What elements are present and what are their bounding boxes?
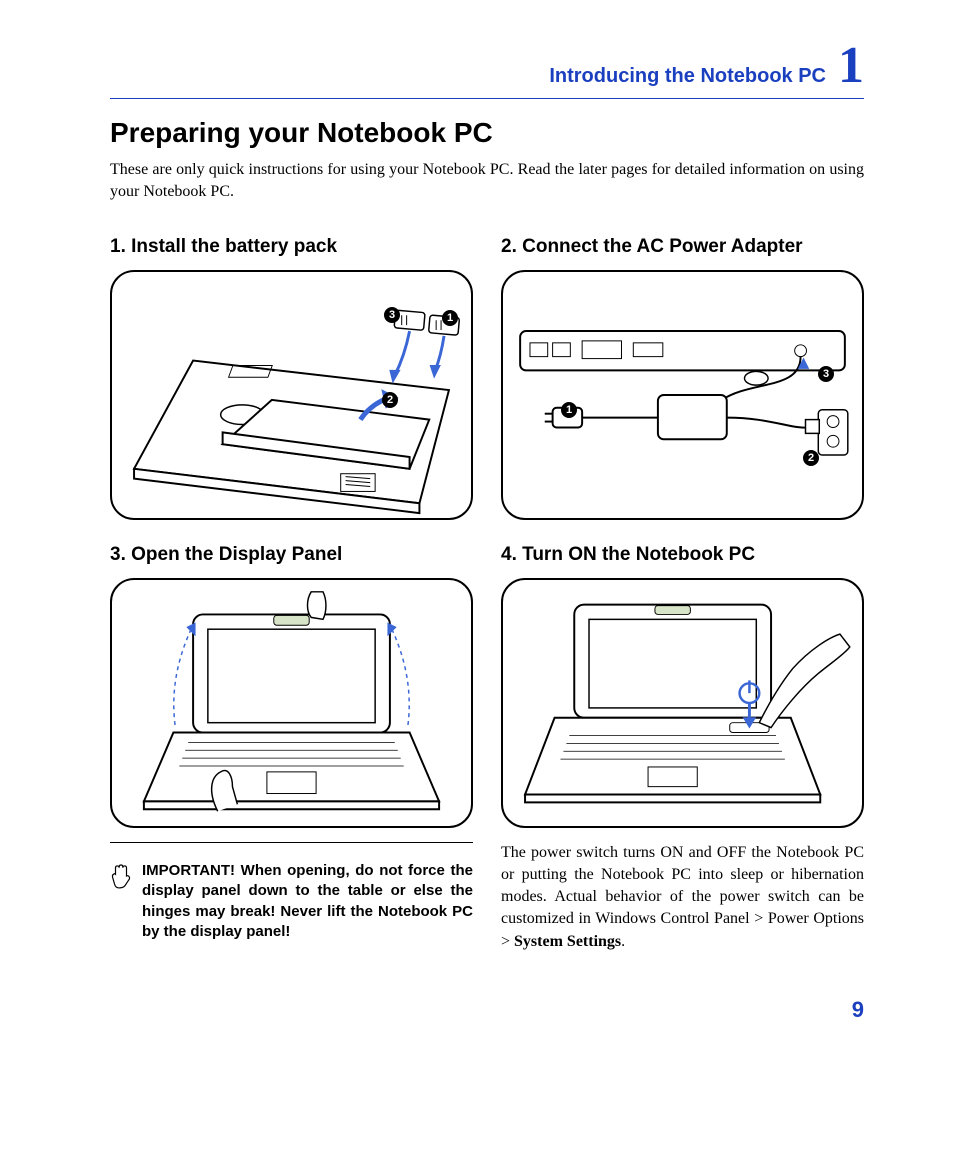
adapter-diagram (503, 272, 862, 518)
step-4: 4. Turn ON the Notebook PC (501, 544, 864, 968)
step-1: 1. Install the battery pack (110, 236, 473, 520)
chapter-number: 1 (838, 40, 864, 92)
power-explain: The power switch turns ON and OFF the No… (501, 842, 864, 952)
explain-suffix: . (621, 933, 625, 950)
step-2: 2. Connect the AC Power Adapter (501, 236, 864, 520)
page-title: Preparing your Notebook PC (110, 117, 864, 149)
power-diagram (503, 580, 862, 826)
warning-text: IMPORTANT! When opening, do not force th… (142, 861, 473, 942)
header-rule (110, 98, 864, 99)
step-2-title: 2. Connect the AC Power Adapter (501, 236, 864, 258)
figure-ac-adapter: 1 2 3 (501, 270, 864, 520)
open-diagram (112, 580, 471, 826)
chapter-header: Introducing the Notebook PC 1 (110, 40, 864, 92)
figure-power-on (501, 578, 864, 828)
step-4-title: 4. Turn ON the Notebook PC (501, 544, 864, 566)
page-number: 9 (110, 997, 864, 1023)
step-3: 3. Open the Display Panel (110, 544, 473, 968)
battery-diagram (112, 272, 471, 518)
steps-grid: 1. Install the battery pack (110, 236, 864, 968)
warning-rule (110, 842, 473, 843)
explain-bold: System Settings (514, 933, 621, 950)
manual-page: Introducing the Notebook PC 1 Preparing … (0, 0, 954, 1063)
warning-block: IMPORTANT! When opening, do not force th… (110, 861, 473, 942)
step-3-title: 3. Open the Display Panel (110, 544, 473, 566)
step-1-title: 1. Install the battery pack (110, 236, 473, 258)
figure-open-display (110, 578, 473, 828)
stop-hand-icon (110, 863, 132, 889)
figure-install-battery: 1 2 3 (110, 270, 473, 520)
chapter-title: Introducing the Notebook PC (549, 65, 826, 88)
intro-paragraph: These are only quick instructions for us… (110, 159, 864, 202)
